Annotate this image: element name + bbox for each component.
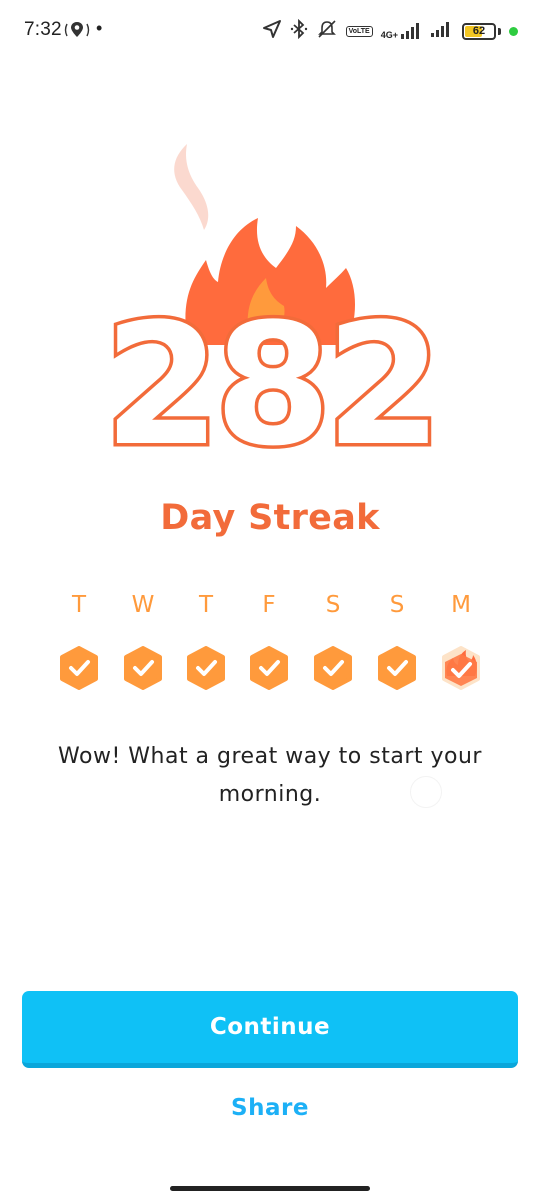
network-type-label: 4G+ [380,30,398,40]
status-time: 7:32 [24,19,62,40]
share-button[interactable]: Share [170,1088,370,1128]
streak-fire-graphic: 282 [100,144,446,460]
week-progress: T W T F S S M [0,590,540,710]
day-column: T [57,590,101,690]
muted-bell-icon [316,19,338,44]
checkmark-badge-icon [378,646,416,690]
location-broadcast-icon [64,20,90,45]
smoke-wisp-icon [174,144,209,230]
streak-label: Day Streak [160,498,380,538]
day-column: F [247,590,291,690]
day-letter: F [262,592,276,618]
day-letter: T [71,592,87,618]
status-icons: VoLTE 4G+ 62 [262,18,518,44]
continue-button[interactable]: Continue [22,991,518,1068]
battery-icon: 62 [462,22,496,40]
privacy-indicator-dot [509,26,518,36]
navigation-arrow-icon [262,19,282,44]
battery-cap [498,27,501,35]
streak-screen: 7:32 • VoLTE 4G+ 62 282 Day Streak T W T… [0,0,540,1200]
day-letter: S [325,592,341,618]
day-letter: W [131,592,155,618]
today-flame-badge-icon [442,646,480,690]
bluetooth-icon [290,18,308,44]
faint-circle-decoration [410,776,442,808]
checkmark-badge-icon [60,646,98,690]
checkmark-badge-icon [250,646,288,690]
notification-dot-icon: • [96,18,103,38]
volte-icon: VoLTE [345,25,373,37]
day-column: S [375,590,419,690]
day-column: W [121,590,165,690]
signal-bars-icon [430,20,454,43]
checkmark-badge-icon [124,646,162,690]
day-column-today: M [439,590,483,690]
day-letter: M [451,592,471,618]
home-indicator[interactable] [170,1186,370,1191]
battery-level: 62 [472,25,486,37]
day-column: T [184,590,228,690]
day-column: S [311,590,355,690]
streak-count: 282 [104,287,437,460]
status-bar: 7:32 • VoLTE 4G+ 62 [0,0,540,62]
day-letter: S [389,592,405,618]
checkmark-badge-icon [314,646,352,690]
day-letter: T [198,592,214,618]
signal-4g-icon: 4G+ [381,22,422,40]
checkmark-badge-icon [187,646,225,690]
